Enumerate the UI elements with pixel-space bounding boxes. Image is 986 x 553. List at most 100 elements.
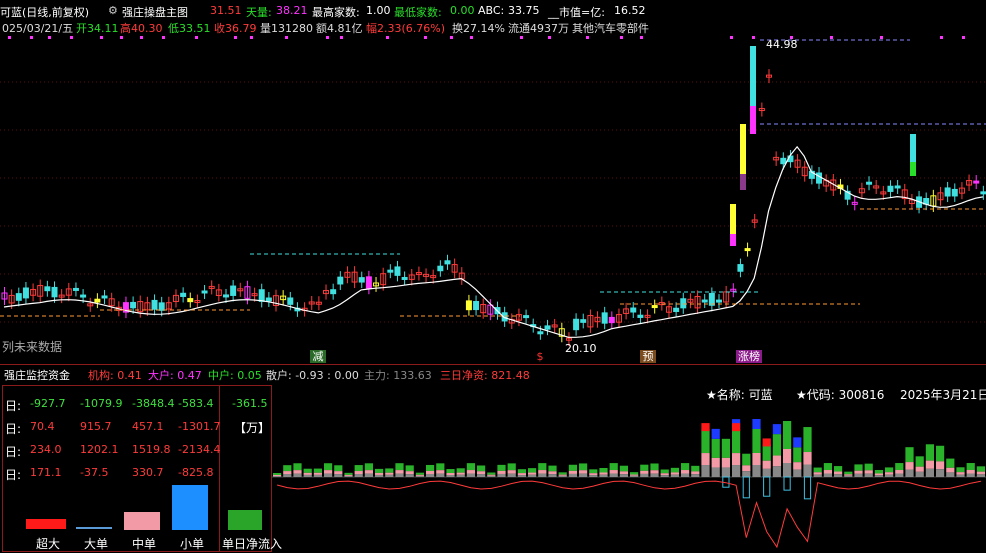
- candle-body: [444, 260, 451, 265]
- candle-body: [465, 300, 472, 311]
- fund-cell: -1301.7: [178, 420, 221, 433]
- candle-body: [387, 269, 394, 273]
- candle-body: [573, 318, 580, 331]
- candle-body: [330, 289, 337, 295]
- legend-super-large-swatch: [26, 519, 66, 529]
- flow-bar: [854, 473, 863, 477]
- indicator-header: 可蓝(日线,前复权) ⚙ 强庄操盘主图 31.51 天量: 38.21 最高家数…: [0, 4, 986, 20]
- flow-bar: [538, 473, 547, 477]
- flow-bar: [752, 453, 761, 465]
- candle-body: [887, 185, 894, 192]
- flow-bar: [466, 463, 475, 471]
- flow-bar: [721, 457, 730, 468]
- signal-dot: [548, 36, 551, 39]
- flow-bar: [497, 464, 506, 471]
- market-value: 16.52: [614, 4, 646, 17]
- signal-dot: [30, 36, 33, 39]
- flow-bar: [293, 463, 302, 471]
- flow-bar: [344, 475, 353, 477]
- flow-bar: [487, 474, 496, 476]
- flow-bar: [925, 468, 934, 477]
- flow-bar: [528, 468, 537, 473]
- fund-row-label: 日:: [5, 422, 22, 436]
- max-price-label: 44.98: [766, 38, 798, 51]
- main-price-chart[interactable]: [0, 34, 986, 364]
- legend-net-swatch: [228, 510, 262, 530]
- flow-bar: [752, 419, 761, 429]
- flow-bar: [487, 472, 496, 475]
- flow-bar: [864, 463, 873, 471]
- outflow-bar: [742, 476, 750, 499]
- flow-bar: [426, 470, 435, 474]
- flow-bar: [976, 474, 985, 477]
- indicator-name[interactable]: 强庄操盘主图: [122, 4, 188, 20]
- signal-dot: [620, 36, 623, 39]
- fund-cell: 457.1: [132, 420, 164, 433]
- fund-row-label: 日:: [5, 468, 22, 482]
- flow-bar: [446, 469, 455, 474]
- flow-bar: [385, 468, 394, 473]
- flow-bar: [426, 464, 435, 471]
- flow-bar: [936, 461, 945, 470]
- signal-dot: [285, 36, 288, 39]
- net-flow-line: [276, 480, 981, 549]
- flow-bar: [303, 472, 312, 475]
- flow-bar: [732, 465, 741, 477]
- flow-bar: [630, 474, 639, 476]
- flow-bar: [762, 438, 771, 447]
- flow-bar: [905, 469, 914, 477]
- flow-bar: [477, 465, 486, 472]
- candle-body: [473, 301, 480, 311]
- candle-body: [651, 305, 658, 309]
- flow-bar: [895, 463, 904, 471]
- flow-bar: [415, 475, 424, 477]
- candle-body: [544, 325, 551, 330]
- candle-body: [94, 298, 101, 303]
- flow-bar: [742, 465, 751, 472]
- signal-dot: [424, 36, 427, 39]
- flow-bar: [385, 472, 394, 475]
- flow-bar: [354, 471, 363, 475]
- signal-dot: [586, 36, 589, 39]
- flow-bar: [742, 471, 751, 477]
- signal-dot: [48, 36, 51, 39]
- candle-body: [601, 312, 608, 324]
- marker-dollar: $: [536, 350, 544, 363]
- flow-bar: [395, 463, 404, 471]
- candle-body: [72, 287, 79, 291]
- flow-bar: [854, 464, 863, 471]
- spike-candle: [910, 162, 916, 176]
- fund-cell: 234.0: [30, 443, 62, 456]
- legend-large: 大单: [84, 537, 109, 551]
- fund-flow-chart[interactable]: [272, 382, 986, 553]
- dahu-value: 大户: 0.47: [148, 369, 202, 382]
- signal-dot: [120, 36, 123, 39]
- flow-bar: [477, 474, 486, 477]
- fund-cell: 915.7: [80, 420, 112, 433]
- candle-body: [180, 292, 187, 297]
- candle-body: [15, 293, 22, 301]
- flow-bar: [283, 474, 292, 477]
- flow-bar: [803, 427, 812, 453]
- flow-bar: [803, 452, 812, 465]
- no-future-data-note: 列未来数据: [2, 340, 63, 354]
- fund-cell: 1519.8: [132, 443, 171, 456]
- candle-body: [608, 316, 615, 324]
- flow-bar: [793, 447, 802, 463]
- flow-bar: [609, 463, 618, 471]
- flow-bar: [813, 474, 822, 477]
- max-count-value: 1.00: [366, 4, 391, 17]
- flow-bar: [844, 475, 853, 477]
- signal-dot: [520, 36, 523, 39]
- fund-monitor-title[interactable]: 强庄监控资金: [4, 367, 70, 383]
- spike-candle: [750, 106, 756, 134]
- flow-bar: [568, 470, 577, 474]
- fund-cell: 1202.1: [80, 443, 119, 456]
- flow-bar: [630, 475, 639, 477]
- flow-bar: [925, 444, 934, 461]
- fund-cell: 330.7: [132, 466, 164, 479]
- candle-body: [630, 307, 637, 313]
- signal-dot: [340, 36, 343, 39]
- flow-bar: [303, 468, 312, 473]
- flow-bar: [783, 421, 792, 449]
